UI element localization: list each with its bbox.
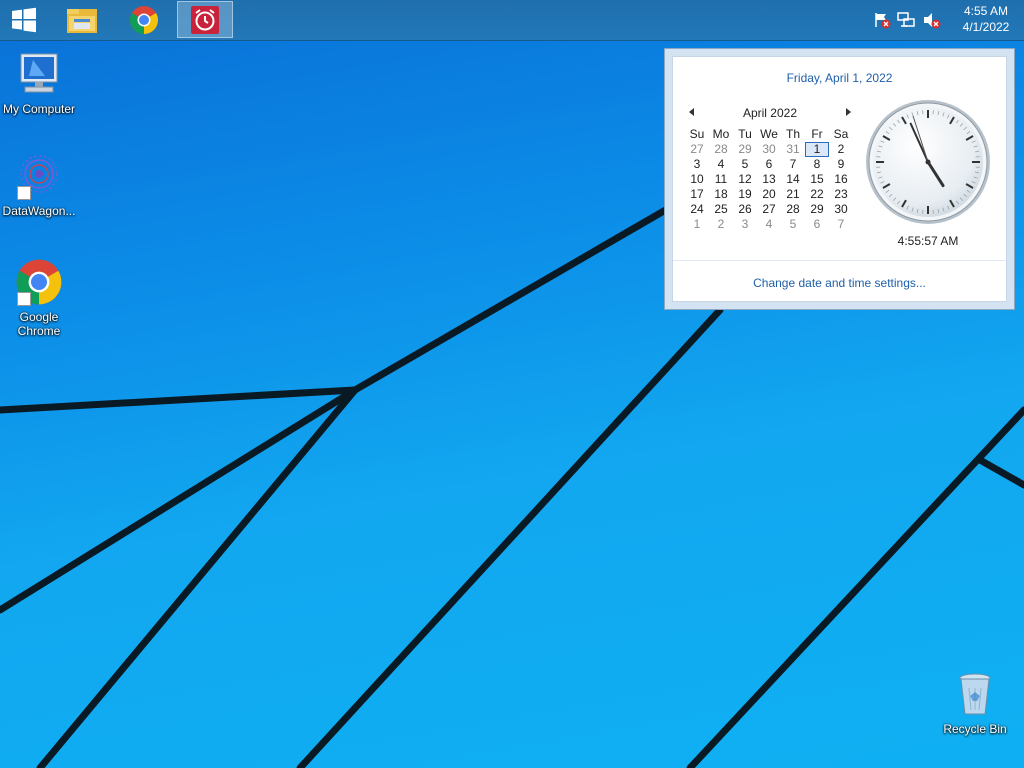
- taskbar-clock[interactable]: 4:55 AM 4/1/2022: [948, 0, 1024, 40]
- calendar-day[interactable]: 18: [709, 187, 733, 202]
- taskbar-time: 4:55 AM: [963, 4, 1009, 18]
- analog-clock: [866, 100, 990, 224]
- calendar-day-today[interactable]: 1: [805, 142, 829, 157]
- weekday-header: Su: [689, 127, 705, 141]
- taskbar: 4:55 AM 4/1/2022: [0, 0, 1024, 41]
- calendar-day[interactable]: 29: [805, 202, 829, 217]
- calendar-day[interactable]: 6: [805, 217, 829, 232]
- taskbar-date: 4/1/2022: [962, 20, 1010, 34]
- calendar-day[interactable]: 15: [805, 172, 829, 187]
- shortcut-arrow-icon: [17, 292, 31, 306]
- weekday-header: Tu: [738, 127, 752, 141]
- calendar-header: April 2022: [685, 106, 855, 123]
- calendar-day[interactable]: 22: [805, 187, 829, 202]
- calendar-day[interactable]: 10: [685, 172, 709, 187]
- calendar-day[interactable]: 24: [685, 202, 709, 217]
- calendar-day[interactable]: 6: [757, 157, 781, 172]
- alarm-clock-icon: [191, 5, 219, 34]
- calendar-day[interactable]: 26: [733, 202, 757, 217]
- month-calendar: April 2022 Su Mo Tu We Th Fr Sa 27 28 29 30 31 1 2 3 4 5…: [685, 106, 855, 232]
- weekday-header: Sa: [833, 127, 849, 141]
- computer-icon: [15, 50, 63, 98]
- chrome-icon: [130, 5, 158, 34]
- desktop-icon-recycle-bin[interactable]: Recycle Bin: [936, 670, 1014, 736]
- volume-muted-icon[interactable]: [922, 10, 942, 30]
- calendar-day[interactable]: 30: [757, 142, 781, 157]
- calendar-day[interactable]: 30: [829, 202, 853, 217]
- calendar-day[interactable]: 4: [709, 157, 733, 172]
- taskbar-chrome[interactable]: [116, 1, 172, 38]
- desktop-icon-label: My Computer: [2, 102, 76, 116]
- calendar-day[interactable]: 7: [781, 157, 805, 172]
- datawagon-icon: [15, 152, 63, 200]
- weekday-header: Fr: [811, 127, 823, 141]
- digital-time: 4:55:57 AM: [897, 234, 959, 248]
- calendar-day[interactable]: 25: [709, 202, 733, 217]
- start-button[interactable]: [0, 1, 48, 38]
- calendar-day[interactable]: 12: [733, 172, 757, 187]
- calendar-day[interactable]: 9: [829, 157, 853, 172]
- weekday-header: Th: [785, 127, 800, 141]
- calendar-day[interactable]: 13: [757, 172, 781, 187]
- calendar-grid: Su Mo Tu We Th Fr Sa 27 28 29 30 31 1 2 3 4 5 6 7 8 9 10 11 12 1…: [685, 127, 855, 232]
- calendar-month-label[interactable]: April 2022: [685, 106, 855, 120]
- desktop-icon-my-computer[interactable]: My Computer: [0, 50, 78, 116]
- calendar-day[interactable]: 28: [781, 202, 805, 217]
- calendar-day[interactable]: 29: [733, 142, 757, 157]
- desktop-icon-google-chrome[interactable]: Google Chrome: [0, 258, 78, 338]
- calendar-day[interactable]: 3: [733, 217, 757, 232]
- calendar-day[interactable]: 14: [781, 172, 805, 187]
- network-icon[interactable]: [896, 10, 916, 30]
- desktop-icon-datawagon[interactable]: DataWagon...: [0, 152, 78, 218]
- chrome-icon: [15, 258, 63, 306]
- calendar-day[interactable]: 2: [829, 142, 853, 157]
- calendar-day[interactable]: 17: [685, 187, 709, 202]
- calendar-day[interactable]: 4: [757, 217, 781, 232]
- weekday-header: Mo: [712, 127, 730, 141]
- calendar-day[interactable]: 28: [709, 142, 733, 157]
- calendar-day[interactable]: 5: [733, 157, 757, 172]
- taskbar-alarm-app[interactable]: [177, 1, 233, 38]
- calendar-day[interactable]: 20: [757, 187, 781, 202]
- date-time-flyout: Friday, April 1, 2022 April 2022 Su Mo Tu W…: [664, 48, 1015, 310]
- calendar-day[interactable]: 1: [685, 217, 709, 232]
- flyout-panel: Friday, April 1, 2022 April 2022 Su Mo Tu W…: [672, 56, 1007, 302]
- flyout-divider: [673, 260, 1006, 261]
- calendar-day[interactable]: 16: [829, 172, 853, 187]
- change-date-time-settings-link[interactable]: Change date and time settings...: [673, 276, 1006, 290]
- action-center-flag-icon[interactable]: [872, 10, 892, 30]
- desktop-icon-label: Google Chrome: [17, 310, 61, 338]
- calendar-day[interactable]: 21: [781, 187, 805, 202]
- weekday-header: We: [760, 127, 778, 141]
- calendar-day[interactable]: 8: [805, 157, 829, 172]
- desktop-icon-label: DataWagon...: [2, 204, 76, 218]
- calendar-day[interactable]: 2: [709, 217, 733, 232]
- windows-logo-icon: [12, 7, 36, 32]
- calendar-day[interactable]: 3: [685, 157, 709, 172]
- desktop-icon-label: Recycle Bin: [943, 722, 1007, 736]
- calendar-day[interactable]: 31: [781, 142, 805, 157]
- next-month-arrow-icon[interactable]: [846, 108, 851, 116]
- recycle-bin-icon: [951, 670, 999, 718]
- calendar-day[interactable]: 23: [829, 187, 853, 202]
- folder-icon: [67, 8, 97, 33]
- calendar-day[interactable]: 27: [757, 202, 781, 217]
- calendar-day[interactable]: 27: [685, 142, 709, 157]
- calendar-day[interactable]: 7: [829, 217, 853, 232]
- calendar-day[interactable]: 19: [733, 187, 757, 202]
- calendar-day[interactable]: 11: [709, 172, 733, 187]
- calendar-day[interactable]: 5: [781, 217, 805, 232]
- taskbar-file-explorer[interactable]: [54, 1, 110, 38]
- shortcut-arrow-icon: [17, 186, 31, 200]
- full-date-link[interactable]: Friday, April 1, 2022: [673, 71, 1006, 85]
